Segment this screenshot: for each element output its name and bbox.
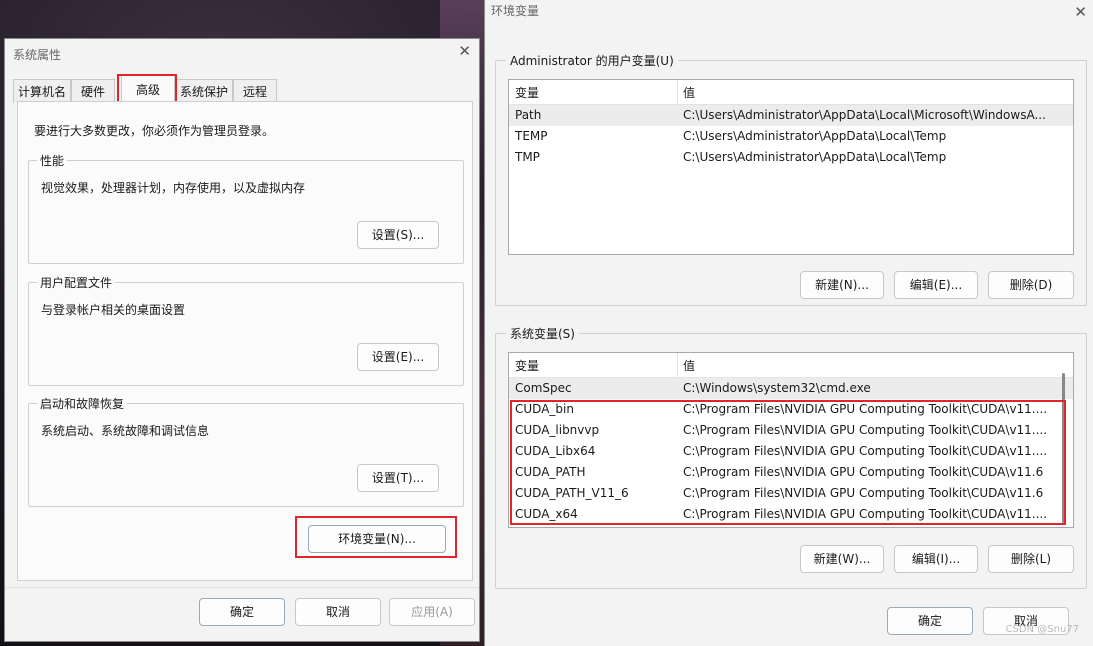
system-new-button[interactable]: 新建(W)... [800,545,884,573]
close-icon[interactable]: ✕ [1074,2,1087,22]
list-item[interactable]: TMP C:\Users\Administrator\AppData\Local… [509,147,1073,168]
system-properties-dialog: 系统属性 ✕ 计算机名 硬件 高级 系统保护 远程 要进行大多数更改，你必须作为… [4,38,480,642]
user-edit-button[interactable]: 编辑(E)... [894,271,978,299]
tab-system-protection[interactable]: 系统保护 [175,79,233,103]
startup-settings-button[interactable]: 设置(T)... [357,464,439,492]
system-delete-button[interactable]: 删除(L) [988,545,1074,573]
ok-button[interactable]: 确定 [199,598,285,626]
performance-title: 性能 [37,152,68,169]
close-icon[interactable]: ✕ [458,41,471,61]
column-header-value[interactable]: 值 [683,84,695,101]
var-value: C:\Users\Administrator\AppData\Local\Tem… [683,129,947,143]
performance-settings-button[interactable]: 设置(S)... [357,221,439,249]
tab-remote[interactable]: 远程 [233,79,277,103]
column-header-variable[interactable]: 变量 [515,84,539,101]
var-value: C:\Users\Administrator\AppData\Local\Mic… [683,108,1046,122]
performance-desc: 视觉效果，处理器计划，内存使用，以及虚拟内存 [41,181,306,195]
user-variables-list[interactable]: 变量 值 Path C:\Users\Administrator\AppData… [508,79,1074,255]
performance-group: 性能 视觉效果，处理器计划，内存使用，以及虚拟内存 设置(S)... [28,152,464,264]
system-edit-button[interactable]: 编辑(I)... [894,545,978,573]
dialog-title: 系统属性 [13,48,62,62]
user-delete-button[interactable]: 删除(D) [988,271,1074,299]
var-value: C:\Windows\system32\cmd.exe [683,381,871,395]
environment-variables-dialog: 环境变量 ✕ Administrator 的用户变量(U) 变量 值 Path … [484,0,1093,646]
var-name: ComSpec [515,381,572,395]
var-name: TEMP [515,129,548,143]
var-name: Path [515,108,542,122]
column-header-value[interactable]: 值 [683,357,695,374]
footer-divider [5,587,479,588]
user-profiles-title: 用户配置文件 [37,274,116,291]
cancel-button[interactable]: 取消 [295,598,381,626]
user-new-button[interactable]: 新建(N)... [800,271,884,299]
advanced-tab-panel: 要进行大多数更改，你必须作为管理员登录。 性能 视觉效果，处理器计划，内存使用，… [17,101,473,581]
tab-computer-name[interactable]: 计算机名 [13,79,71,103]
list-header: 变量 值 [509,80,1073,105]
env-ok-button[interactable]: 确定 [887,607,973,635]
list-header: 变量 值 [509,353,1073,378]
user-variables-frame: Administrator 的用户变量(U) 变量 值 Path C:\User… [495,52,1087,306]
apply-button[interactable]: 应用(A) [389,598,475,626]
system-variables-title: 系统变量(S) [506,325,579,342]
column-header-variable[interactable]: 变量 [515,357,539,374]
list-item[interactable]: TEMP C:\Users\Administrator\AppData\Loca… [509,126,1073,147]
user-profiles-desc: 与登录帐户相关的桌面设置 [41,303,186,317]
var-name: TMP [515,150,540,164]
startup-desc: 系统启动、系统故障和调试信息 [41,424,210,438]
highlight-env-button [295,516,457,558]
user-profiles-settings-button[interactable]: 设置(E)... [357,343,439,371]
user-profiles-group: 用户配置文件 与登录帐户相关的桌面设置 设置(E)... [28,274,464,386]
system-variables-frame: 系统变量(S) 变量 值 ComSpec C:\Windows\system32… [495,325,1087,589]
startup-recovery-group: 启动和故障恢复 系统启动、系统故障和调试信息 设置(T)... [28,395,464,507]
watermark: CSDN @Snu77 [1005,624,1079,635]
user-variables-title: Administrator 的用户变量(U) [506,52,678,69]
list-item[interactable]: ComSpec C:\Windows\system32\cmd.exe [509,378,1073,399]
dialog-title-env: 环境变量 [491,4,540,18]
list-item[interactable]: Path C:\Users\Administrator\AppData\Loca… [509,105,1073,126]
tab-hardware[interactable]: 硬件 [71,79,115,103]
var-value: C:\Users\Administrator\AppData\Local\Tem… [683,150,947,164]
highlight-cuda-rows [510,400,1066,525]
admin-notice: 要进行大多数更改，你必须作为管理员登录。 [34,124,275,138]
startup-title: 启动和故障恢复 [37,395,128,412]
